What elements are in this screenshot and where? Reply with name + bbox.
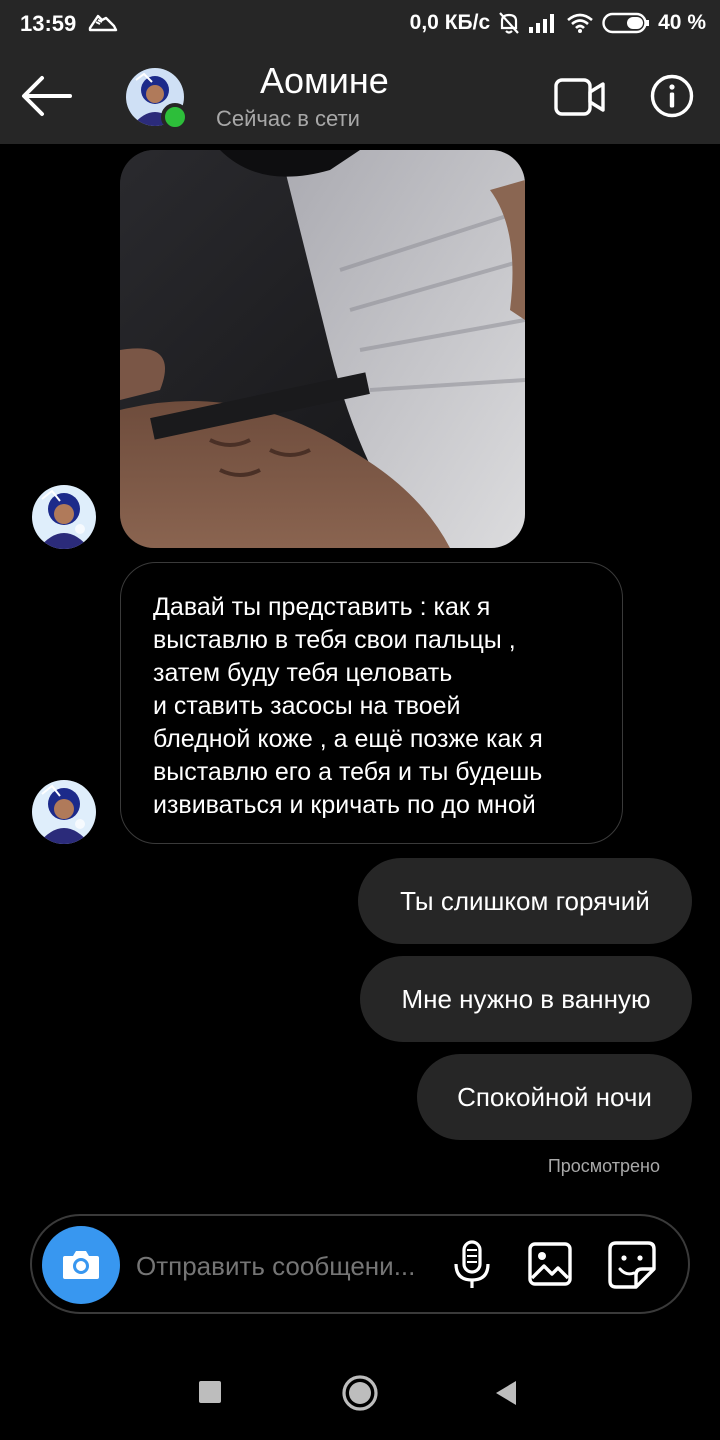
contact-name[interactable]: Аомине bbox=[260, 60, 389, 102]
camera-button[interactable] bbox=[42, 1226, 120, 1304]
status-time: 13:59 bbox=[20, 11, 77, 36]
video-call-button[interactable] bbox=[554, 76, 606, 118]
sent-message[interactable]: Спокойной ночи bbox=[417, 1054, 692, 1140]
status-indicators: 0,0 КБ/с 40 % bbox=[410, 11, 706, 35]
chat-header: Аомине Сейчас в сети bbox=[0, 48, 720, 144]
back-triangle-icon[interactable] bbox=[494, 1380, 518, 1406]
microphone-icon bbox=[454, 1240, 490, 1288]
photo-message[interactable] bbox=[120, 150, 525, 548]
info-icon bbox=[650, 74, 694, 118]
signal-icon bbox=[528, 12, 558, 34]
info-button[interactable] bbox=[650, 74, 694, 118]
battery-icon bbox=[602, 11, 650, 35]
message-text: Спокойной ночи bbox=[457, 1081, 652, 1112]
back-arrow-icon bbox=[22, 76, 72, 116]
battery-percent: 40 % bbox=[658, 11, 706, 34]
sent-message[interactable]: Мне нужно в ванную bbox=[360, 956, 692, 1042]
system-nav-bar bbox=[0, 1340, 720, 1440]
message-composer bbox=[30, 1214, 690, 1314]
network-speed: 0,0 КБ/с bbox=[409, 11, 491, 34]
gallery-button[interactable] bbox=[528, 1242, 572, 1286]
message-text: Ты слишком горячий bbox=[400, 885, 650, 916]
message-text: Мне нужно в ванную bbox=[401, 983, 651, 1014]
mute-bell-icon bbox=[498, 11, 520, 35]
online-indicator bbox=[161, 103, 189, 131]
sneaker-icon bbox=[88, 12, 118, 39]
sticker-icon bbox=[608, 1241, 656, 1289]
avatar[interactable] bbox=[32, 780, 96, 844]
microphone-button[interactable] bbox=[452, 1240, 492, 1290]
contact-status: Сейчас в сети bbox=[216, 106, 360, 131]
recents-square-icon[interactable] bbox=[199, 1381, 221, 1403]
status-bar: 13:59 0,0 КБ/с 40 % bbox=[0, 0, 720, 48]
wifi-icon bbox=[566, 12, 594, 34]
message-text: Давай ты представить : как я выставлю в … bbox=[153, 593, 543, 819]
message-input[interactable] bbox=[136, 1246, 436, 1286]
back-button[interactable] bbox=[20, 74, 74, 118]
home-circle-icon[interactable] bbox=[342, 1375, 378, 1411]
received-message[interactable]: Давай ты представить : как я выставлю в … bbox=[120, 562, 623, 844]
camera-icon bbox=[63, 1251, 99, 1279]
seen-status: Просмотрено bbox=[547, 1156, 660, 1176]
avatar[interactable] bbox=[32, 485, 96, 549]
sent-message[interactable]: Ты слишком горячий bbox=[358, 858, 692, 944]
video-call-icon bbox=[554, 78, 605, 116]
sticker-button[interactable] bbox=[608, 1241, 656, 1289]
gallery-icon bbox=[528, 1242, 572, 1286]
